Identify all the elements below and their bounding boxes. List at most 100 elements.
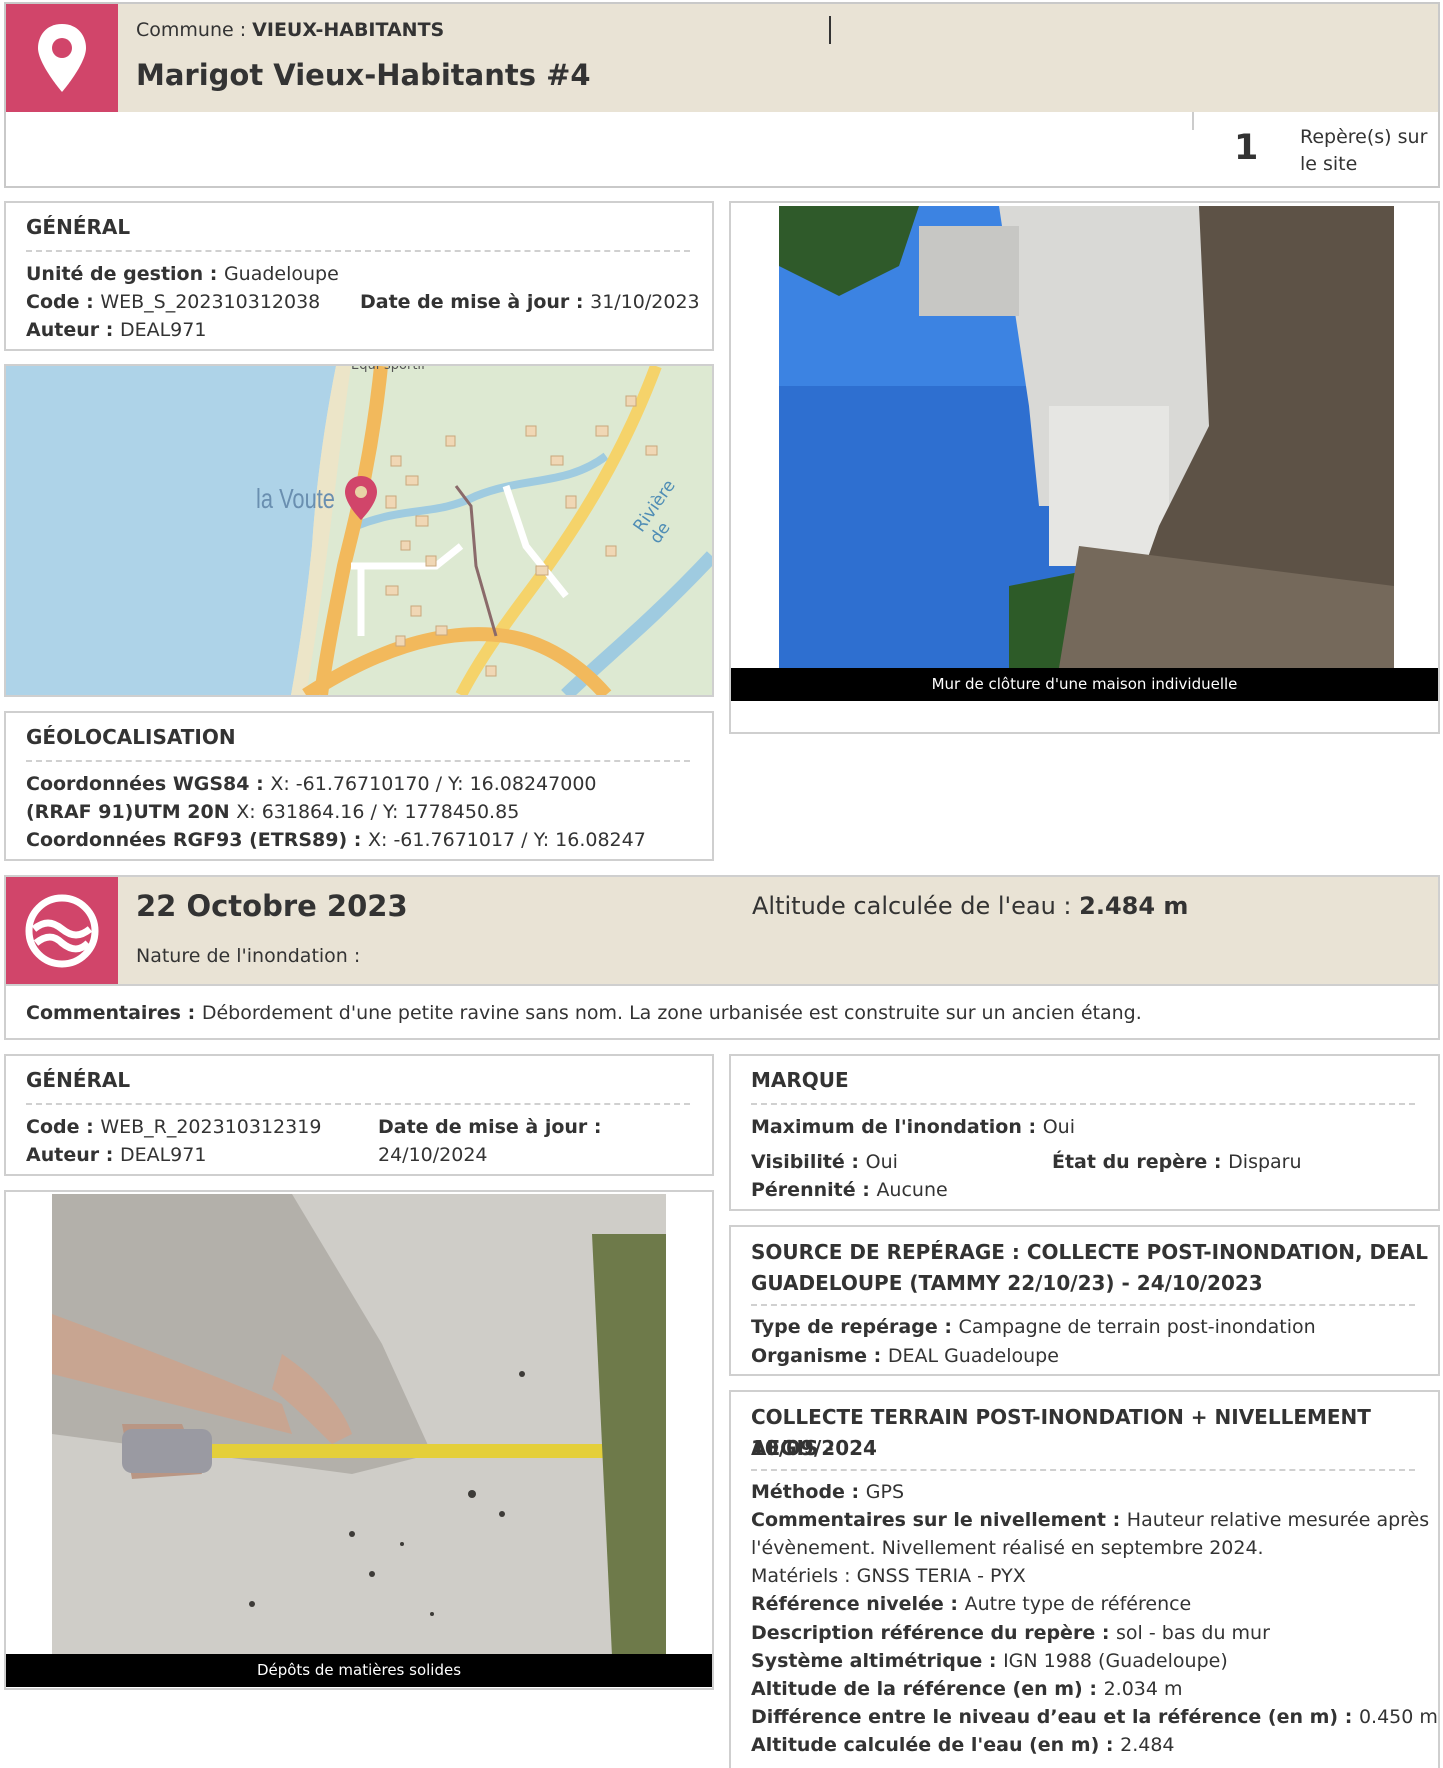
sys-label: Système altimétrique : <box>751 1650 1004 1672</box>
reperes-divider <box>1192 112 1194 130</box>
event-altitude-value: 2.484 m <box>1079 892 1189 920</box>
location-map[interactable]: Equi-sportif la Voute Rivière de <box>4 364 714 697</box>
flood-wave-icon <box>25 894 99 968</box>
date-line: Date de mise à jour : 31/10/2023 <box>360 288 700 316</box>
date-value: 31/10/2023 <box>590 291 700 313</box>
materiels-line: Matériels : GNSS TERIA - PYX <box>751 1565 1026 1587</box>
source-heading-line2: GUADELOUPE (TAMMY 22/10/23) - 24/10/2023 <box>751 1271 1263 1295</box>
auteur-label: Auteur : <box>26 319 120 341</box>
alt-ref-line: Altitude de la référence (en m) : 2.034 … <box>751 1675 1183 1703</box>
wgs-label: Coordonnées WGS84 : <box>26 773 271 795</box>
site-header: Commune : VIEUX-HABITANTS Marigot Vieux-… <box>4 2 1440 188</box>
rgf-label: Coordonnées RGF93 (ETRS89) : <box>26 829 368 851</box>
geo-heading: GÉOLOCALISATION <box>26 725 236 749</box>
repere-auteur-line: Auteur : DEAL971 <box>26 1141 206 1169</box>
repere-photo[interactable] <box>52 1194 666 1656</box>
site-header-icon-panel <box>6 4 118 112</box>
event-header-rule <box>6 984 1438 986</box>
sys-value: IGN 1988 (Guadeloupe) <box>1003 1650 1228 1672</box>
alt-ref-label: Altitude de la référence (en m) : <box>751 1678 1104 1700</box>
site-title: Marigot Vieux-Habitants #4 <box>136 58 591 92</box>
repere-photo-panel: Dépôts de matières solides <box>4 1190 714 1690</box>
auteur-value: DEAL971 <box>119 319 207 341</box>
reperes-label-line1: Repère(s) sur <box>1300 126 1428 148</box>
max-value: Oui <box>1042 1116 1075 1138</box>
general-repere-divider <box>26 1103 690 1105</box>
map-top-label: Equi-sportif <box>351 364 426 373</box>
rgf-value: X: -61.7671017 / Y: 16.08247 <box>367 829 646 851</box>
comm-value-1: Hauteur relative mesurée après <box>1126 1509 1430 1531</box>
reperes-label: Repère(s) sur le site <box>1300 124 1427 178</box>
commune-line: Commune : VIEUX-HABITANTS <box>136 16 444 44</box>
source-panel: SOURCE DE REPÉRAGE : COLLECTE POST-INOND… <box>729 1225 1440 1376</box>
code-line: Code : WEB_S_202310312038 <box>26 288 320 316</box>
date-label: Date de mise à jour : <box>360 291 591 313</box>
vis-line: Visibilité : Oui <box>751 1148 898 1176</box>
unite-line: Unité de gestion : Guadeloupe <box>26 260 339 288</box>
type-line: Type de repérage : Campagne de terrain p… <box>751 1313 1316 1341</box>
utm-label: (RRAF 91)UTM 20N <box>26 801 237 823</box>
ref-value: Autre type de référence <box>964 1593 1192 1615</box>
alt-ref-value: 2.034 m <box>1103 1678 1183 1700</box>
methode-label: Méthode : <box>751 1481 866 1503</box>
repere-code-label: Code : <box>26 1116 101 1138</box>
repere-code-line: Code : WEB_R_202310312319 <box>26 1113 321 1141</box>
type-value: Campagne de terrain post-inondation <box>958 1316 1316 1338</box>
auteur-line: Auteur : DEAL971 <box>26 316 206 344</box>
event-comment-value: Débordement d'une petite ravine sans nom… <box>201 1002 1142 1024</box>
event-date: 22 Octobre 2023 <box>136 889 408 923</box>
event-nature-label: Nature de l'inondation : <box>136 945 361 967</box>
marque-heading: MARQUE <box>751 1068 849 1092</box>
event-altitude-label: Altitude calculée de l'eau : <box>752 892 1080 920</box>
org-value: DEAL Guadeloupe <box>887 1345 1059 1367</box>
org-label: Organisme : <box>751 1345 888 1367</box>
geo-divider <box>26 760 690 762</box>
max-label: Maximum de l'inondation : <box>751 1116 1043 1138</box>
comm-value-2: l'évènement. Nivellement réalisé en sept… <box>751 1537 1264 1559</box>
etat-line: État du repère : Disparu <box>1052 1148 1302 1176</box>
site-photo[interactable] <box>779 206 1394 668</box>
ref-line: Référence nivelée : Autre type de référe… <box>751 1590 1191 1618</box>
desc-line: Description référence du repère : sol - … <box>751 1619 1270 1647</box>
code-value: WEB_S_202310312038 <box>100 291 321 313</box>
general-repere-panel: GÉNÉRAL Code : WEB_R_202310312319 Date d… <box>4 1054 714 1176</box>
etat-label: État du repère : <box>1052 1151 1229 1173</box>
map-drawing <box>6 366 712 695</box>
utm-value: X: 631864.16 / Y: 1778450.85 <box>236 801 520 823</box>
map-marker-icon[interactable] <box>341 474 381 522</box>
event-comment-line: Commentaires : Débordement d'une petite … <box>26 999 1142 1027</box>
comm-label: Commentaires sur le nivellement : <box>751 1509 1127 1531</box>
alt-eau-value: 2.484 <box>1120 1734 1175 1756</box>
per-line: Pérennité : Aucune <box>751 1176 948 1204</box>
diff-value: 0.450 m <box>1358 1706 1438 1728</box>
map-pin-icon <box>38 24 86 92</box>
code-label: Code : <box>26 291 101 313</box>
site-photo-caption: Mur de clôture d'une maison individuelle <box>731 668 1438 701</box>
org-line: Organisme : DEAL Guadeloupe <box>751 1342 1059 1370</box>
collecte-heading-line2: 10/09/2024 <box>751 1436 877 1460</box>
source-heading-line1: SOURCE DE REPÉRAGE : COLLECTE POST-INOND… <box>751 1240 1429 1264</box>
wgs-line: Coordonnées WGS84 : X: -61.76710170 / Y:… <box>26 770 597 798</box>
rgf-line: Coordonnées RGF93 (ETRS89) : X: -61.7671… <box>26 826 646 854</box>
marque-divider <box>751 1103 1415 1105</box>
commune-value: VIEUX-HABITANTS <box>252 19 445 41</box>
type-label: Type de repérage : <box>751 1316 959 1338</box>
event-icon-panel <box>6 877 118 984</box>
diff-line: Différence entre le niveau d’eau et la r… <box>751 1703 1438 1731</box>
desc-label: Description référence du repère : <box>751 1622 1117 1644</box>
general-site-panel: GÉNÉRAL Unité de gestion : Guadeloupe Co… <box>4 201 714 351</box>
diff-label: Différence entre le niveau d’eau et la r… <box>751 1706 1359 1728</box>
sys-line: Système altimétrique : IGN 1988 (Guadelo… <box>751 1647 1228 1675</box>
per-label: Pérennité : <box>751 1179 877 1201</box>
methode-line: Méthode : GPS <box>751 1478 904 1506</box>
collecte-panel: COLLECTE TERRAIN POST-INONDATION + NIVEL… <box>729 1390 1440 1768</box>
reperes-count: 1 <box>1234 128 1259 168</box>
commune-label: Commune : <box>136 19 253 41</box>
geo-panel: GÉOLOCALISATION Coordonnées WGS84 : X: -… <box>4 711 714 861</box>
comm-line: Commentaires sur le nivellement : Hauteu… <box>751 1506 1429 1534</box>
utm-line: (RRAF 91)UTM 20N X: 631864.16 / Y: 17784… <box>26 798 519 826</box>
general-site-heading: GÉNÉRAL <box>26 215 131 239</box>
marque-panel: MARQUE Maximum de l'inondation : Oui Vis… <box>729 1054 1440 1211</box>
source-divider <box>751 1304 1415 1306</box>
unite-value: Guadeloupe <box>223 263 339 285</box>
